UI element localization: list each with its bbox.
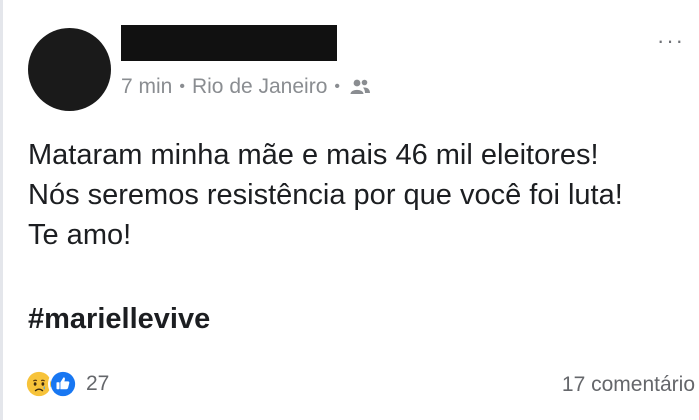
post-text-line: Mataram minha mãe e mais 46 mil eleitore… [28, 139, 599, 171]
meta-separator: • [334, 78, 340, 95]
post-text-line: Te amo! [28, 219, 132, 251]
post-body: Mataram minha mãe e mais 46 mil eleitore… [28, 135, 693, 255]
like-reaction-icon [48, 369, 78, 399]
author-name-redacted[interactable] [121, 25, 337, 61]
facebook-post: 7 min • Rio de Janeiro • ··· Mataram min… [0, 0, 699, 420]
friends-icon[interactable] [349, 78, 371, 96]
avatar[interactable] [28, 28, 111, 111]
comments-count-link[interactable]: 17 comentário [562, 373, 695, 397]
reactions-summary[interactable]: 27 [24, 369, 109, 399]
post-time[interactable]: 7 min [121, 75, 172, 99]
more-options-button[interactable]: ··· [657, 30, 685, 52]
post-text-line: Nós seremos resistência por que você foi… [28, 179, 623, 211]
reaction-count: 27 [86, 372, 110, 395]
hashtag-link[interactable]: #mariellevive [28, 303, 210, 336]
meta-separator: • [179, 78, 185, 95]
post-border [0, 0, 3, 420]
post-meta: 7 min • Rio de Janeiro • [121, 75, 371, 99]
post-location[interactable]: Rio de Janeiro [192, 75, 327, 99]
